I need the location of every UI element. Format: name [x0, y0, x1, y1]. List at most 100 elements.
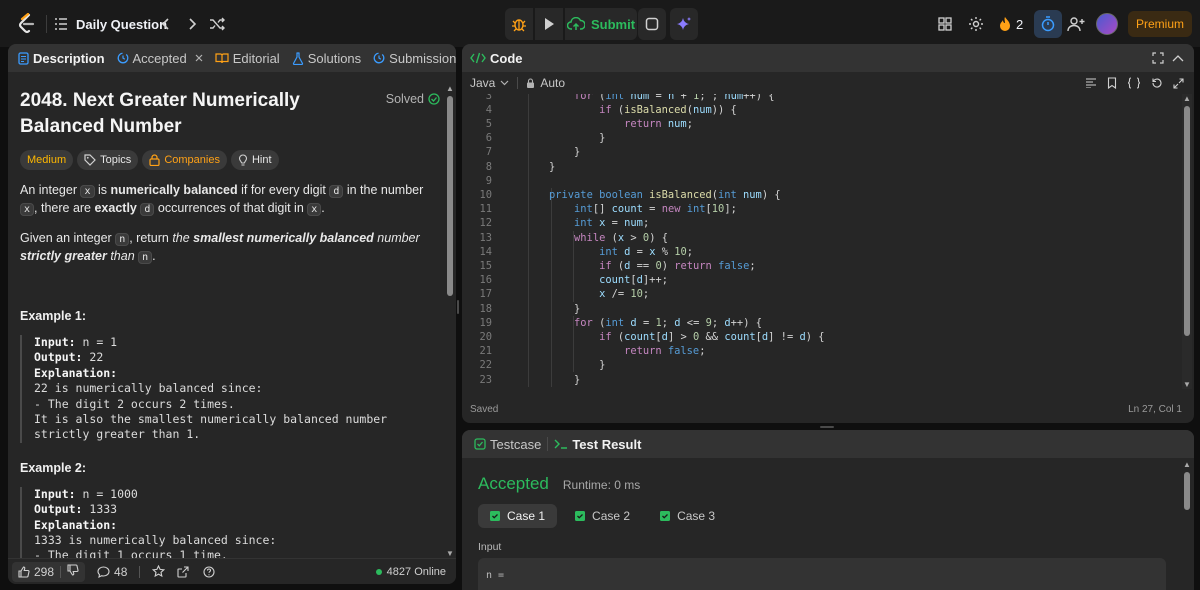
terminal-icon: [554, 438, 568, 450]
tab-description[interactable]: Description: [12, 44, 111, 72]
code-line[interactable]: x /= 10;: [524, 287, 649, 301]
help-icon[interactable]: [203, 565, 215, 578]
debug-icon: [511, 16, 527, 32]
code-line[interactable]: for (int d = 1; d <= 9; d++) {: [524, 316, 762, 330]
avatar[interactable]: [1096, 13, 1118, 35]
scrollbar-thumb[interactable]: [1184, 472, 1190, 510]
result-scrollbar[interactable]: ▲: [1182, 460, 1192, 590]
tab-submissions[interactable]: Submissions: [367, 44, 456, 72]
topics-button[interactable]: Topics: [77, 150, 139, 170]
comments-button[interactable]: 48: [97, 565, 127, 579]
code-line[interactable]: count[d]++;: [524, 273, 668, 287]
vertical-splitter[interactable]: [456, 300, 460, 314]
code-line[interactable]: }: [524, 358, 605, 372]
gear-icon[interactable]: [967, 0, 985, 48]
case-tab-2[interactable]: Case 2: [563, 504, 642, 528]
code-line[interactable]: private boolean isBalanced(int num) {: [524, 188, 781, 202]
case-tab-3[interactable]: Case 3: [648, 504, 727, 528]
code-line[interactable]: }: [524, 145, 580, 159]
like-button[interactable]: 298: [12, 565, 60, 579]
tab-solutions-label: Solutions: [307, 50, 362, 66]
scroll-down-icon[interactable]: ▼: [1182, 380, 1192, 389]
case-tab-1[interactable]: Case 1: [478, 504, 558, 528]
online-dot: [375, 568, 382, 575]
code-line[interactable]: while (x > 0) {: [524, 231, 668, 245]
code-scrollbar[interactable]: ▲ ▼: [1182, 94, 1192, 389]
code-line[interactable]: if (isBalanced(num)) {: [524, 103, 737, 117]
expand-icon[interactable]: [1173, 77, 1184, 89]
submit-button[interactable]: Submit: [565, 8, 637, 40]
example-block: Input: n = 1000 Output: 1333 Explanation…: [20, 486, 440, 558]
layout-icon[interactable]: [936, 0, 954, 48]
solved-status: Solved: [386, 92, 440, 106]
shuffle-icon[interactable]: [208, 0, 226, 48]
language-select[interactable]: Java: [470, 76, 509, 90]
tab-testcase-label: Testcase: [490, 436, 542, 452]
code-line[interactable]: int x = num;: [524, 216, 649, 230]
check-square-icon: [575, 511, 586, 521]
code-line[interactable]: }: [524, 302, 580, 316]
tab-solutions[interactable]: Solutions: [286, 44, 367, 72]
notes-button[interactable]: [638, 8, 666, 40]
scroll-up-icon[interactable]: ▲: [1182, 94, 1192, 103]
description-scrollbar[interactable]: ▲ ▼: [446, 84, 454, 559]
check-square-icon: [660, 511, 671, 521]
companies-label: Companies: [164, 154, 220, 166]
reset-icon[interactable]: [1151, 77, 1163, 89]
line-number: 9: [485, 174, 492, 187]
tab-editorial[interactable]: Editorial: [209, 44, 286, 72]
streak-counter[interactable]: 2: [998, 0, 1023, 48]
auto-mode[interactable]: Auto: [526, 76, 565, 90]
code-line[interactable]: }: [524, 160, 555, 174]
format-icon[interactable]: [1085, 78, 1097, 88]
code-editor[interactable]: 3 for (int num = n + 1; ; num++) {4 if (…: [462, 94, 1180, 389]
braces-icon[interactable]: [1127, 77, 1141, 89]
problem-title[interactable]: 2048. Next Greater Numerically Balanced …: [20, 88, 370, 140]
code-line[interactable]: for (int num = n + 1; ; num++) {: [524, 94, 774, 103]
code-line[interactable]: }: [524, 131, 605, 145]
horizontal-splitter[interactable]: [820, 425, 834, 429]
maximize-icon[interactable]: [1152, 52, 1164, 64]
chevron-up-icon[interactable]: [1172, 54, 1184, 62]
chevron-right-icon[interactable]: [184, 0, 200, 48]
code-line[interactable]: if (count[d] > 0 && count[d] != d) {: [524, 330, 824, 344]
star-icon[interactable]: [152, 565, 166, 578]
scroll-up-icon[interactable]: ▲: [1182, 460, 1192, 469]
tab-accepted[interactable]: Accepted: [111, 44, 209, 72]
tab-description-label: Description: [33, 50, 105, 66]
code-line[interactable]: return false;: [524, 344, 705, 358]
companies-button[interactable]: Companies: [142, 150, 227, 170]
scroll-up-icon[interactable]: ▲: [446, 84, 454, 94]
inline-code: n: [115, 233, 130, 246]
code-line[interactable]: int[] count = new int[10];: [524, 202, 737, 216]
hint-button[interactable]: Hint: [230, 150, 279, 170]
ai-assistant-button[interactable]: [670, 8, 698, 40]
add-user-icon[interactable]: [1066, 0, 1086, 48]
run-button[interactable]: [535, 8, 563, 40]
scrollbar-thumb[interactable]: [447, 96, 453, 296]
line-number: 5: [485, 117, 492, 130]
premium-button[interactable]: Premium: [1128, 11, 1192, 37]
code-line[interactable]: int d = x % 10;: [524, 245, 693, 259]
dislike-button[interactable]: [61, 563, 85, 581]
tab-test-result[interactable]: Test Result: [548, 430, 647, 458]
bookmark-icon[interactable]: [1107, 77, 1117, 89]
streak-count: 2: [1016, 16, 1024, 32]
tab-testcase[interactable]: Testcase: [468, 430, 547, 458]
code-line[interactable]: }: [524, 373, 580, 387]
scrollbar-thumb[interactable]: [1184, 106, 1190, 336]
like-dislike-group: 298: [12, 561, 86, 582]
problem-list-button[interactable]: Daily Question: [54, 0, 167, 48]
code-line[interactable]: if (d == 0) return false;: [524, 259, 756, 273]
history-icon: [117, 52, 129, 64]
debug-button[interactable]: [505, 8, 533, 40]
chevron-left-icon[interactable]: [158, 0, 174, 48]
difficulty-label: Medium: [27, 154, 67, 166]
share-icon[interactable]: [177, 565, 189, 578]
line-number: 6: [485, 132, 492, 145]
timer-button[interactable]: [1034, 10, 1062, 38]
notes-icon: [645, 17, 659, 31]
code-line[interactable]: return num;: [524, 117, 693, 131]
logo-icon[interactable]: [16, 0, 36, 48]
close-icon[interactable]: [195, 54, 203, 62]
